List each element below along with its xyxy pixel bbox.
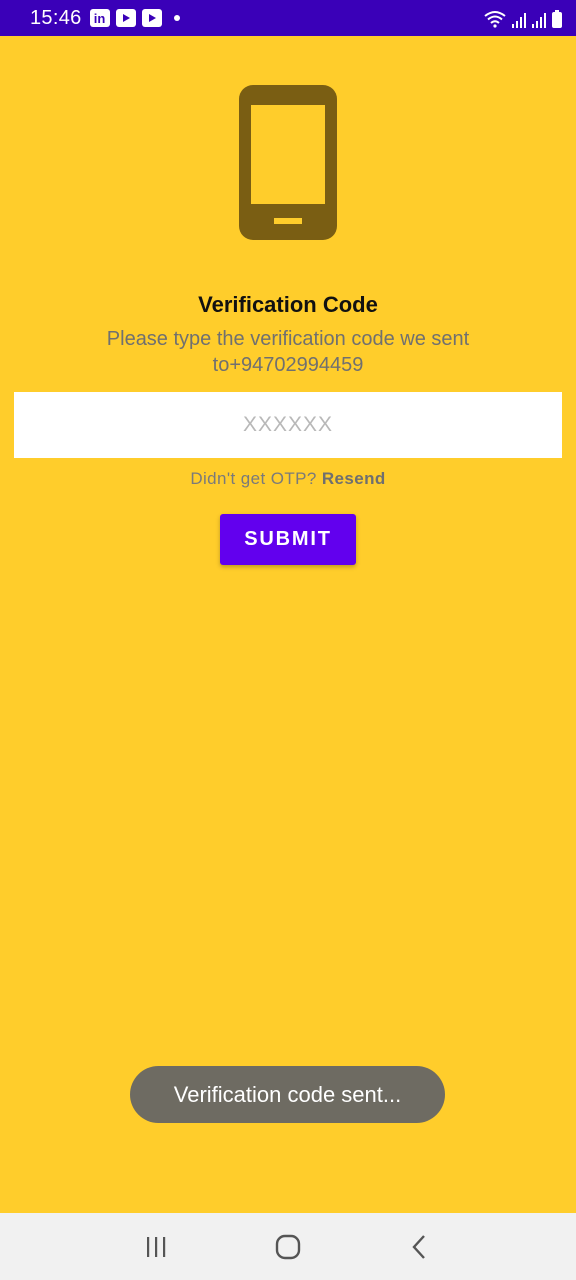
instruction-text: Please type the verification code we sen… [106,328,470,376]
resend-prompt: Didn't get OTP? [190,469,317,488]
toast-message: Verification code sent... [130,1066,445,1123]
youtube-icon [115,9,136,27]
resend-link[interactable]: Resend [322,469,386,488]
youtube-icon [141,9,162,27]
signal-strength-icon [512,12,526,28]
back-icon [412,1234,425,1259]
resend-row: Didn't get OTP? Resend [0,469,576,489]
system-status-icons [484,8,562,28]
more-notifications-dot [173,15,180,21]
navigation-bar [0,1213,576,1280]
notification-icons: in [89,9,180,27]
recent-apps-button[interactable] [126,1222,186,1272]
battery-icon [552,10,562,28]
otp-input[interactable] [14,392,562,458]
smartphone-icon [239,85,337,240]
status-time: 15:46 [30,6,82,29]
page-title: Verification Code [198,292,378,317]
back-button[interactable] [390,1222,450,1272]
wifi-icon [484,11,506,28]
status-bar: 15:46 in [0,0,576,36]
signal-strength-icon [532,12,546,28]
home-icon [275,1234,301,1259]
recent-apps-icon [147,1236,166,1257]
home-button[interactable] [258,1222,318,1272]
submit-button[interactable]: SUBMIT [220,514,356,565]
linkedin-icon: in [89,9,110,27]
